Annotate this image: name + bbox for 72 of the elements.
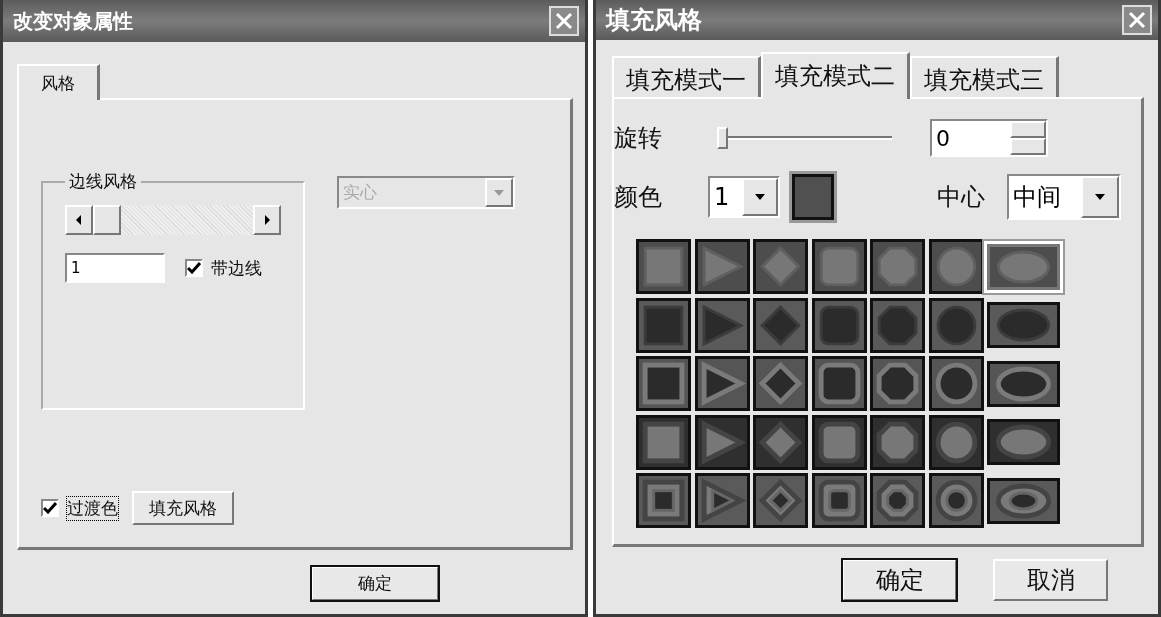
slider-thumb[interactable] (717, 127, 728, 149)
close-icon (1128, 11, 1146, 29)
fill-swatch[interactable] (870, 356, 925, 411)
fill-swatch[interactable] (636, 356, 691, 411)
center-label: 中心 (937, 182, 986, 213)
fill-swatch[interactable] (928, 297, 984, 353)
fill-swatch[interactable] (928, 239, 984, 294)
fill-swatch[interactable] (811, 414, 867, 470)
fill-swatch[interactable] (694, 473, 750, 528)
fill-swatch[interactable] (636, 297, 691, 353)
fill-swatch[interactable] (928, 414, 984, 470)
fill-swatch[interactable] (928, 473, 984, 528)
fill-swatch[interactable] (987, 302, 1060, 348)
fill-swatch[interactable] (694, 356, 750, 411)
tab[interactable]: 风格 (17, 64, 100, 100)
right-arrow-icon (262, 215, 272, 225)
fill-swatch[interactable] (987, 360, 1060, 407)
checkbox[interactable] (185, 259, 203, 277)
close-button[interactable] (549, 6, 579, 36)
color-label: 颜色 (614, 182, 663, 213)
down-arrow-icon (755, 192, 765, 202)
fill-swatch[interactable] (636, 239, 691, 294)
window-title: 填充风格 (606, 5, 702, 36)
fill-swatch[interactable] (694, 297, 750, 353)
fill-style-button[interactable]: 填充风格 (132, 491, 234, 525)
fill-swatch[interactable] (694, 239, 750, 294)
fill-swatch[interactable] (870, 239, 925, 294)
fill-swatch[interactable] (753, 473, 808, 528)
left-arrow-icon (74, 215, 84, 225)
fill-swatch[interactable] (870, 473, 925, 528)
scroll-bar[interactable] (65, 205, 281, 235)
color-select[interactable]: 1 (708, 176, 780, 218)
dialog-button[interactable]: 取消 (993, 559, 1108, 601)
close-button[interactable] (1122, 5, 1152, 35)
fill-swatch[interactable] (811, 473, 867, 528)
checkbox-label: 带边线 (211, 256, 262, 280)
fill-swatch[interactable] (811, 297, 867, 353)
fill-swatch[interactable] (753, 239, 808, 294)
fill-swatch[interactable] (870, 414, 925, 470)
check-icon (43, 502, 57, 514)
group-title: 边线风格 (68, 170, 138, 193)
fill-swatch[interactable] (811, 239, 867, 294)
fill-swatch[interactable] (694, 414, 750, 470)
scroll-thumb[interactable] (93, 205, 121, 235)
fill-swatch[interactable] (636, 414, 691, 470)
scroll-right-button[interactable] (253, 205, 281, 235)
fill-swatch[interactable] (811, 356, 867, 411)
window-title: 改变对象属性 (13, 7, 133, 35)
ok-button[interactable]: 确定 (311, 566, 439, 601)
dialog-button[interactable]: 确定 (842, 559, 957, 601)
fill-swatch[interactable] (753, 356, 808, 411)
center-select[interactable]: 中间 (1007, 174, 1121, 220)
fill-swatch[interactable] (753, 297, 808, 353)
fill-swatch[interactable] (870, 297, 925, 353)
scroll-left-button[interactable] (65, 205, 93, 235)
tab[interactable]: 填充模式一 (612, 56, 761, 97)
checkbox-label: 过渡色 (67, 496, 118, 520)
rotation-label: 旋转 (614, 123, 663, 154)
down-arrow-icon (1095, 192, 1105, 202)
checkbox[interactable] (41, 499, 59, 517)
fill-swatch[interactable] (928, 356, 984, 411)
fill-swatch[interactable] (987, 477, 1060, 524)
fill-swatch[interactable] (636, 473, 691, 528)
width-field[interactable]: 1 (65, 253, 165, 283)
tab[interactable]: 填充模式二 (761, 52, 910, 99)
close-icon (555, 12, 573, 30)
fill-swatch[interactable] (753, 414, 808, 470)
tab[interactable]: 填充模式三 (910, 56, 1059, 97)
fill-swatch[interactable] (987, 419, 1060, 465)
color-swatch[interactable] (792, 174, 834, 220)
check-icon (187, 262, 201, 274)
down-arrow-icon (494, 187, 504, 198)
